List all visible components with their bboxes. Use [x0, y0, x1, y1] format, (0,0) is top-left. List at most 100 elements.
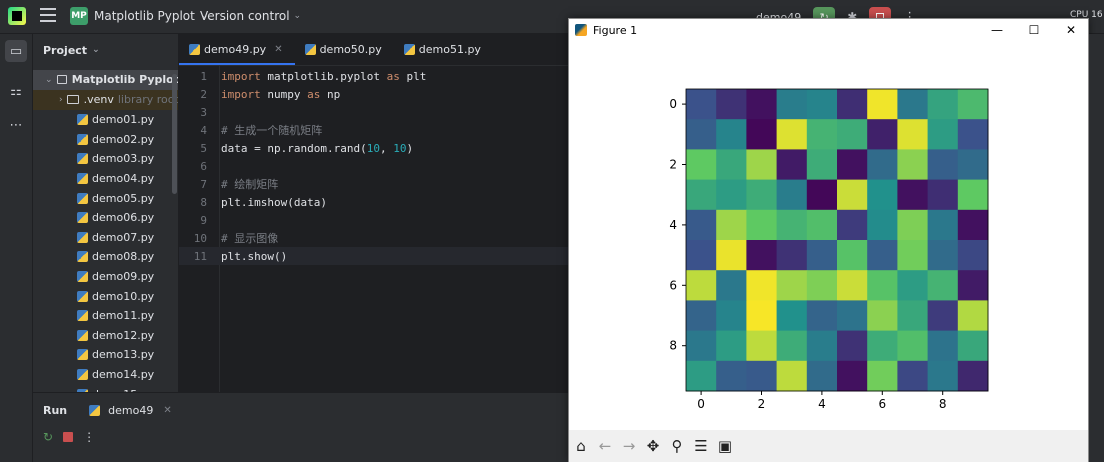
heatmap-cell	[897, 300, 929, 332]
code-token: plt.show()	[221, 249, 288, 263]
heatmap-cell	[927, 270, 959, 301]
heatmap-cell	[927, 330, 959, 362]
zoom-icon[interactable]: ⚲	[668, 437, 686, 455]
code-token: matplotlib.pyplot	[260, 69, 387, 83]
heatmap-cell	[686, 119, 717, 150]
code-line[interactable]: 8 plt.imshow(data)	[179, 193, 568, 211]
minimize-button[interactable]: —	[981, 21, 1013, 39]
line-number: 7	[200, 177, 207, 191]
file-label: demo01.py	[92, 113, 155, 127]
close-button[interactable]: ✕	[1055, 21, 1087, 39]
code-line[interactable]: 11 plt.show()	[179, 247, 568, 265]
line-number: 4	[200, 123, 207, 137]
configure-icon[interactable]: ☰	[692, 437, 710, 455]
right-tool-strip	[1089, 34, 1104, 462]
run-tab[interactable]: demo49 ✕	[89, 404, 172, 417]
main-menu-icon[interactable]	[40, 8, 56, 22]
forward-icon[interactable]: →	[620, 437, 638, 455]
project-panel: Project ⌄ ⌄ Matplotlib Pyplot › .venv li…	[33, 34, 179, 392]
tree-file-item[interactable]: demo10.py	[33, 286, 178, 306]
file-label: demo06.py	[92, 211, 155, 225]
heatmap-cell	[746, 330, 778, 362]
tree-file-item[interactable]: demo02.py	[33, 130, 178, 150]
tree-file-item[interactable]: demo07.py	[33, 228, 178, 248]
code-token: numpy	[260, 87, 308, 101]
python-file-icon	[77, 271, 88, 283]
code-line[interactable]: 1 import matplotlib.pyplot as plt	[179, 67, 568, 85]
code-line[interactable]: 9	[179, 211, 568, 229]
code-line[interactable]: 10 # 显示图像	[179, 229, 568, 247]
tree-file-item[interactable]: demo03.py	[33, 149, 178, 169]
tree-file-item[interactable]: demo11.py	[33, 306, 178, 326]
code-line[interactable]: 7 # 绘制矩阵	[179, 175, 568, 193]
heatmap-cell	[746, 300, 778, 332]
tree-file-item[interactable]: demo08.py	[33, 247, 178, 267]
save-icon[interactable]: ▣	[716, 437, 734, 455]
code-token: # 生成一个随机矩阵	[221, 124, 323, 137]
tree-venv-folder[interactable]: › .venv library root	[33, 90, 179, 110]
tree-root-folder[interactable]: ⌄ Matplotlib Pyplot	[33, 70, 178, 90]
heatmap-cell	[686, 240, 717, 271]
pycharm-logo-icon[interactable]	[8, 7, 26, 25]
more-icon[interactable]: ⋯	[5, 114, 27, 136]
code-line[interactable]: 2 import numpy as np	[179, 85, 568, 103]
editor-tab[interactable]: demo49.py ✕	[179, 34, 295, 65]
heatmap-cell	[837, 209, 868, 241]
stop-icon[interactable]	[63, 432, 74, 442]
code-line[interactable]: 6	[179, 157, 568, 175]
scrollbar-thumb[interactable]	[172, 74, 177, 194]
heatmap-cell	[806, 179, 838, 211]
heatmap-cell	[897, 119, 929, 150]
heatmap-cell	[716, 300, 747, 332]
python-file-icon	[77, 192, 88, 204]
project-selector[interactable]: MP Matplotlib Pyplot ⌄	[70, 7, 208, 25]
more-vert-icon[interactable]: ⋮	[83, 430, 95, 444]
code-line[interactable]: 5 data = np.random.rand(10, 10)	[179, 139, 568, 157]
version-control-menu[interactable]: Version control ⌄	[200, 9, 301, 23]
editor-tab[interactable]: demo50.py	[295, 34, 394, 65]
project-panel-title: Project	[43, 43, 88, 57]
heatmap-cell	[686, 149, 717, 181]
tree-file-item[interactable]: demo04.py	[33, 169, 178, 189]
heatmap-cell	[686, 300, 717, 332]
home-icon[interactable]: ⌂	[572, 437, 590, 455]
rerun-icon[interactable]: ↻	[43, 430, 53, 444]
pan-icon[interactable]: ✥	[644, 437, 662, 455]
close-icon[interactable]: ✕	[163, 405, 171, 416]
editor-tab[interactable]: demo51.py	[394, 34, 493, 65]
heatmap-cell	[927, 360, 959, 392]
tree-file-item[interactable]: demo15.py	[33, 384, 178, 392]
tree-file-item[interactable]: demo06.py	[33, 208, 178, 228]
run-panel-title: Run	[43, 403, 68, 417]
project-panel-header[interactable]: Project ⌄	[33, 34, 178, 66]
tree-file-item[interactable]: demo12.py	[33, 326, 178, 346]
tree-file-item[interactable]: demo01.py	[33, 110, 178, 130]
tree-file-item[interactable]: demo05.py	[33, 188, 178, 208]
maximize-button[interactable]: ☐	[1018, 21, 1050, 39]
tree-file-item[interactable]: demo14.py	[33, 365, 178, 385]
heatmap-cell	[746, 119, 778, 150]
heatmap-cell	[716, 179, 747, 211]
tree-file-item[interactable]: demo09.py	[33, 267, 178, 287]
heatmap-cell	[867, 300, 898, 332]
library-root-note: library root	[117, 93, 179, 107]
heatmap-cell	[927, 119, 959, 150]
close-icon[interactable]: ✕	[274, 44, 282, 55]
y-tick-label: 2	[669, 158, 677, 172]
y-tick-label: 4	[669, 218, 677, 232]
file-label: demo09.py	[92, 270, 155, 284]
tree-file-item[interactable]: demo13.py	[33, 345, 178, 365]
heatmap-cell	[897, 270, 929, 301]
folder-icon[interactable]: ▭	[5, 40, 27, 62]
structure-icon[interactable]: ⚏	[5, 80, 27, 102]
python-file-icon	[403, 44, 415, 55]
back-icon[interactable]: ←	[596, 437, 614, 455]
chevron-down-icon: ⌄	[92, 45, 100, 55]
code-line[interactable]: 4 # 生成一个随机矩阵	[179, 121, 568, 139]
heatmap-cell	[837, 270, 868, 301]
heatmap-cell	[957, 270, 989, 301]
line-number: 2	[200, 87, 207, 101]
heatmap-cell	[867, 89, 898, 120]
code-line[interactable]: 3	[179, 103, 568, 121]
chevron-down-icon: ⌄	[45, 74, 53, 85]
